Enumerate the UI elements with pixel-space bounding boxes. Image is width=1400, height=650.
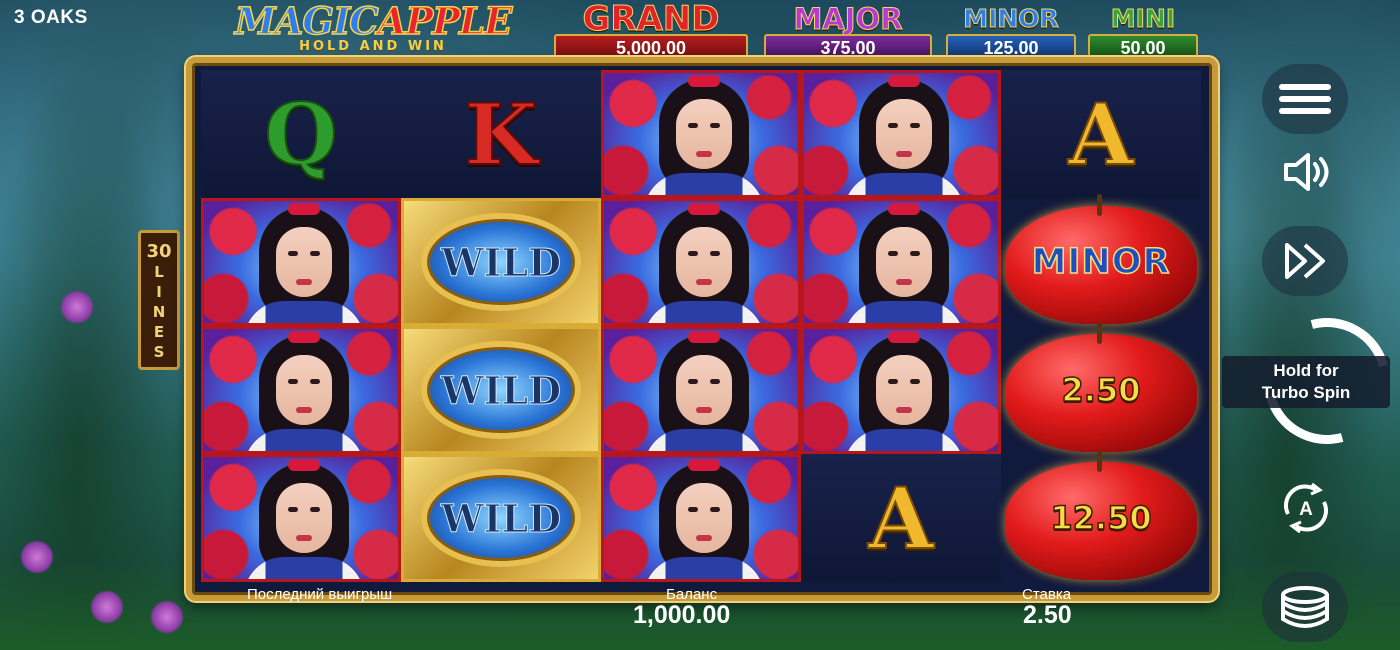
symbol-princess <box>201 326 401 454</box>
apple-value: 2.50 <box>1001 322 1201 454</box>
symbol-princess <box>601 198 801 326</box>
jackpot-mini: MINI 50.00 <box>1084 2 1202 64</box>
autoplay-button[interactable]: A <box>1274 476 1338 540</box>
symbol-a: A <box>801 454 1001 582</box>
flower-decoration <box>90 590 124 624</box>
paylines-badge: 30 L I N E S <box>138 230 180 370</box>
paylines-count: 30 <box>146 241 172 262</box>
reel-grid: Q K A WILD MINOR WILD 2.50 WILD A 12.50 <box>201 70 1201 584</box>
flower-decoration <box>60 290 94 324</box>
menu-icon <box>1279 78 1331 120</box>
spin-button[interactable]: Hold for Turbo Spin <box>1222 294 1400 468</box>
flower-decoration <box>20 540 54 574</box>
symbol-q: Q <box>201 70 401 198</box>
fast-forward-icon <box>1285 243 1325 279</box>
symbol-princess <box>801 198 1001 326</box>
symbol-k: K <box>401 70 601 198</box>
symbol-wild: WILD <box>401 326 601 454</box>
jackpot-major-name: MAJOR <box>793 2 903 37</box>
symbol-wild: WILD <box>401 454 601 582</box>
sound-button[interactable] <box>1278 148 1334 196</box>
menu-button[interactable] <box>1262 64 1348 134</box>
paylines-word: L I N E S <box>152 263 166 361</box>
symbol-princess <box>201 198 401 326</box>
bet-settings-button[interactable] <box>1262 572 1348 642</box>
apple-value: 12.50 <box>1001 450 1201 582</box>
jackpot-grand-name: GRAND <box>582 0 720 39</box>
game-logo: MAGICAPPLE HOLD AND WIN <box>204 0 542 64</box>
symbol-princess <box>601 454 801 582</box>
svg-text:A: A <box>1299 499 1313 520</box>
symbol-princess <box>801 70 1001 198</box>
jackpot-minor-name: MINOR <box>963 4 1060 34</box>
flower-decoration <box>150 600 184 634</box>
bet-value[interactable]: 2.50 <box>1023 601 1072 630</box>
spin-label: Hold for Turbo Spin <box>1222 356 1390 408</box>
symbol-wild: WILD <box>401 198 601 326</box>
sound-icon <box>1284 153 1329 191</box>
jackpot-grand: GRAND 5,000.00 <box>550 2 752 64</box>
fast-forward-button[interactable] <box>1262 226 1348 296</box>
provider-logo: 3 OAKS <box>14 7 88 28</box>
logo-word-magic: MAGIC <box>234 0 380 43</box>
apple-jackpot-minor: MINOR <box>1001 194 1201 326</box>
last-win-label: Последний выигрыш <box>247 586 393 603</box>
autoplay-icon: A <box>1284 482 1328 534</box>
symbol-princess <box>801 326 1001 454</box>
jackpot-mini-name: MINI <box>1110 4 1176 34</box>
symbol-a: A <box>1001 70 1201 198</box>
symbol-princess <box>201 454 401 582</box>
balance-value: 1,000.00 <box>633 601 731 629</box>
jackpot-major: MAJOR 375.00 <box>760 2 936 64</box>
coins-icon <box>1281 586 1329 628</box>
symbol-princess <box>601 70 801 198</box>
logo-word-apple: APPLE <box>377 0 513 43</box>
symbol-princess <box>601 326 801 454</box>
jackpot-minor: MINOR 125.00 <box>942 2 1080 64</box>
